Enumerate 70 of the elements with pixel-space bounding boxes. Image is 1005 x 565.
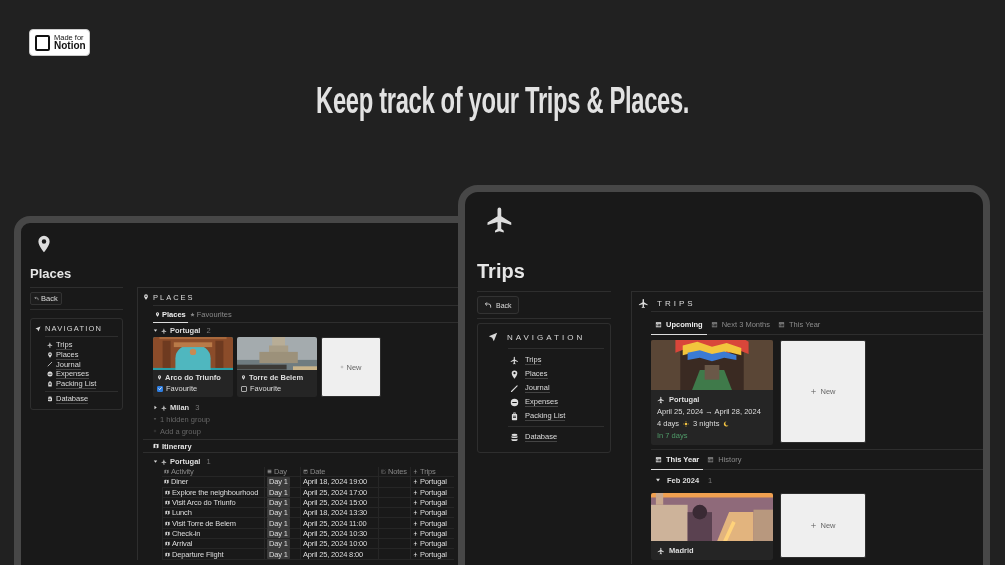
page-title: Places	[30, 266, 73, 281]
pencil-icon	[47, 361, 53, 368]
caret-icon[interactable]	[153, 328, 158, 333]
luggage-icon	[47, 381, 53, 388]
navigation-arrow-icon	[488, 332, 498, 342]
map-icon	[153, 443, 159, 449]
airplane-icon	[413, 510, 418, 516]
list-icon	[267, 469, 272, 475]
calendar-icon	[655, 456, 662, 463]
airplane-icon	[413, 469, 418, 475]
map-icon	[165, 551, 170, 557]
map-icon	[165, 500, 170, 506]
pin-icon	[47, 351, 53, 358]
map-icon	[165, 510, 170, 516]
map-icon	[165, 541, 170, 547]
airplane-icon	[47, 341, 53, 348]
star-icon	[189, 312, 195, 317]
pencil-icon	[510, 383, 519, 393]
map-icon	[164, 479, 169, 485]
page-title: Trips	[477, 260, 526, 283]
plus-icon	[810, 388, 818, 395]
checkbox[interactable]	[241, 385, 247, 392]
caret-icon[interactable]	[655, 477, 661, 483]
luggage-icon	[510, 411, 519, 421]
calendar-icon	[710, 321, 718, 328]
back-arrow-icon	[484, 301, 492, 309]
pin-icon	[241, 375, 246, 380]
calendar-icon	[778, 321, 786, 328]
pin-icon	[35, 235, 53, 253]
pin-icon	[157, 375, 162, 380]
pin-icon	[510, 369, 519, 379]
airplane-icon	[161, 327, 167, 334]
headline: Keep track of your Trips & Places.	[315, 80, 689, 122]
calendar-icon	[655, 321, 662, 328]
airplane-icon	[413, 530, 418, 536]
airplane-icon	[413, 489, 418, 495]
airplane-icon	[413, 479, 418, 485]
airplane-icon	[638, 297, 649, 309]
section-heading: TRIPS	[657, 298, 696, 308]
navigation-arrow-icon	[35, 325, 41, 332]
checkbox[interactable]	[157, 385, 163, 392]
airplane-icon	[510, 355, 519, 365]
caret-icon[interactable]	[153, 405, 158, 410]
airplane-icon	[657, 395, 665, 404]
airplane-icon	[657, 546, 665, 555]
pin-icon	[155, 312, 160, 317]
logo-icon	[35, 34, 50, 51]
pin-icon	[143, 294, 149, 300]
note-icon	[381, 469, 386, 475]
map-icon	[165, 530, 170, 536]
badge-text: Notion	[54, 41, 86, 52]
airplane-icon	[413, 520, 418, 526]
map-icon	[165, 520, 170, 526]
plus-icon	[810, 522, 818, 529]
airplane-icon	[413, 541, 418, 547]
calendar-icon	[707, 456, 715, 463]
back-arrow-icon	[34, 296, 39, 301]
airplane-icon	[413, 551, 418, 557]
airplane-icon	[161, 404, 167, 411]
caret-icon[interactable]	[153, 459, 158, 464]
sun-icon	[683, 420, 690, 427]
airplane-icon	[161, 458, 167, 465]
moon-icon	[723, 420, 730, 427]
map-icon	[165, 489, 170, 495]
section-heading: NAVIGATION	[507, 332, 586, 342]
map-icon	[164, 469, 169, 475]
airplane-icon	[413, 500, 418, 506]
database-icon	[510, 432, 519, 442]
database-icon	[47, 395, 53, 402]
calendar-icon	[303, 469, 308, 475]
